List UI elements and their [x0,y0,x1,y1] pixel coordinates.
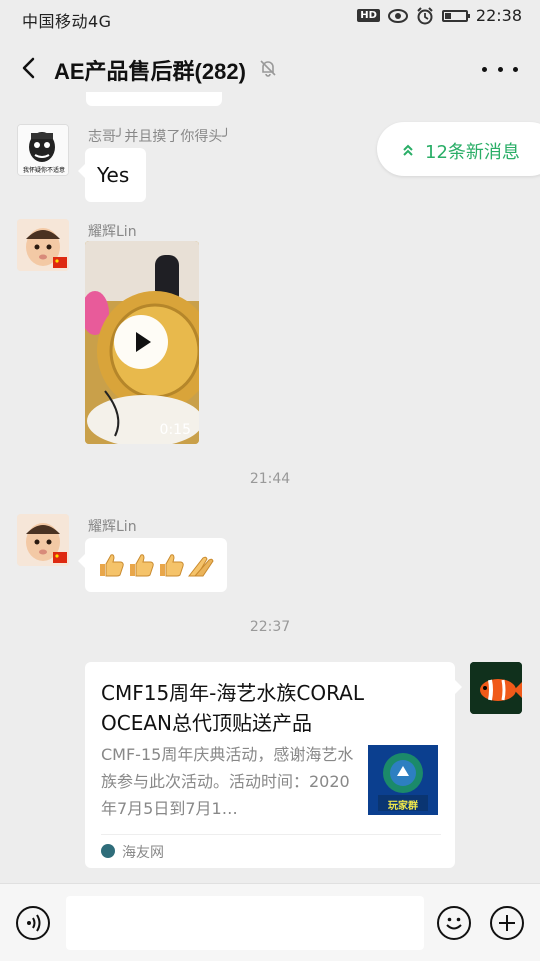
article-thumb-text: 玩家群 [388,801,418,812]
avatar-caption: 我怀疑你不适意 [22,167,65,174]
plus-icon [499,915,515,931]
article-source: 海友网 [122,845,164,861]
more-icon[interactable] [482,58,518,80]
battery-fill [444,12,451,19]
clap-icon [187,556,214,577]
message-bubble[interactable]: Yes [78,148,146,202]
mute-bell-icon [260,60,276,77]
sender-name: 耀辉Lin [88,224,137,240]
baby-avatar-image [17,219,69,271]
back-arrow-icon[interactable] [16,54,44,82]
chat-title: AE产品售后群(282) [54,59,246,84]
input-bar [0,883,540,961]
hd-badge: HD [357,9,380,22]
video-message[interactable]: 0:15 [85,241,199,444]
thumbs-up-icon [100,554,124,577]
thumbs-up-icon [130,554,154,577]
smiley-icon [446,917,462,930]
article-title: CMF15周年-海艺水族CORAL OCEAN总代顶贴送产品 [101,681,365,735]
avatar-yaohui[interactable] [17,219,69,271]
previous-message-bubble[interactable] [86,92,222,106]
eye-icon [387,8,408,23]
double-chevron-up-icon [403,144,413,156]
title-bar: AE产品售后群(282) [0,36,540,102]
baby-avatar-image [17,514,69,566]
divider [101,834,441,835]
sender-name: 耀辉Lin [88,519,137,535]
emoji-message-bubble[interactable] [78,538,227,592]
status-time: 22:38 [475,6,522,25]
voice-icon [27,914,41,932]
alarm-icon [417,6,433,24]
battery-icon [441,9,470,22]
status-icons: HD 22:38 [357,6,522,25]
status-bar: 中国移动4G HD 22:38 [0,0,540,36]
sender-name: 志哥╯并且摸了你得头╯ [88,129,231,145]
add-button[interactable] [490,906,524,940]
timestamp: 22:37 [249,619,291,635]
emoji-button[interactable] [437,906,471,940]
play-button[interactable] [114,315,168,369]
article-description: CMF-15周年庆典活动，感谢海艺水族参与此次活动。活动时间：2020年7月5日… [101,745,354,818]
video-duration: 0:15 [159,422,191,438]
thumbs-up-icon [160,554,184,577]
new-messages-label: 12条新消息 [425,142,520,163]
avatar-zhige[interactable]: 我怀疑你不适意 [17,124,69,176]
timestamp: 21:44 [249,471,291,487]
new-messages-button[interactable]: 12条新消息 [377,122,540,176]
message-text: Yes [97,163,130,187]
my-avatar[interactable] [470,662,522,714]
clownfish-avatar-image [470,662,522,714]
voice-button[interactable] [16,906,50,940]
avatar-yaohui[interactable] [17,514,69,566]
article-thumbnail: 玩家群 [368,745,438,815]
message-input[interactable] [66,896,424,950]
article-card[interactable]: CMF15周年-海艺水族CORAL OCEAN总代顶贴送产品 CMF-15周年庆… [85,662,462,868]
carrier-label: 中国移动4G [22,12,112,31]
source-logo-icon [101,844,115,858]
play-icon [136,332,151,352]
